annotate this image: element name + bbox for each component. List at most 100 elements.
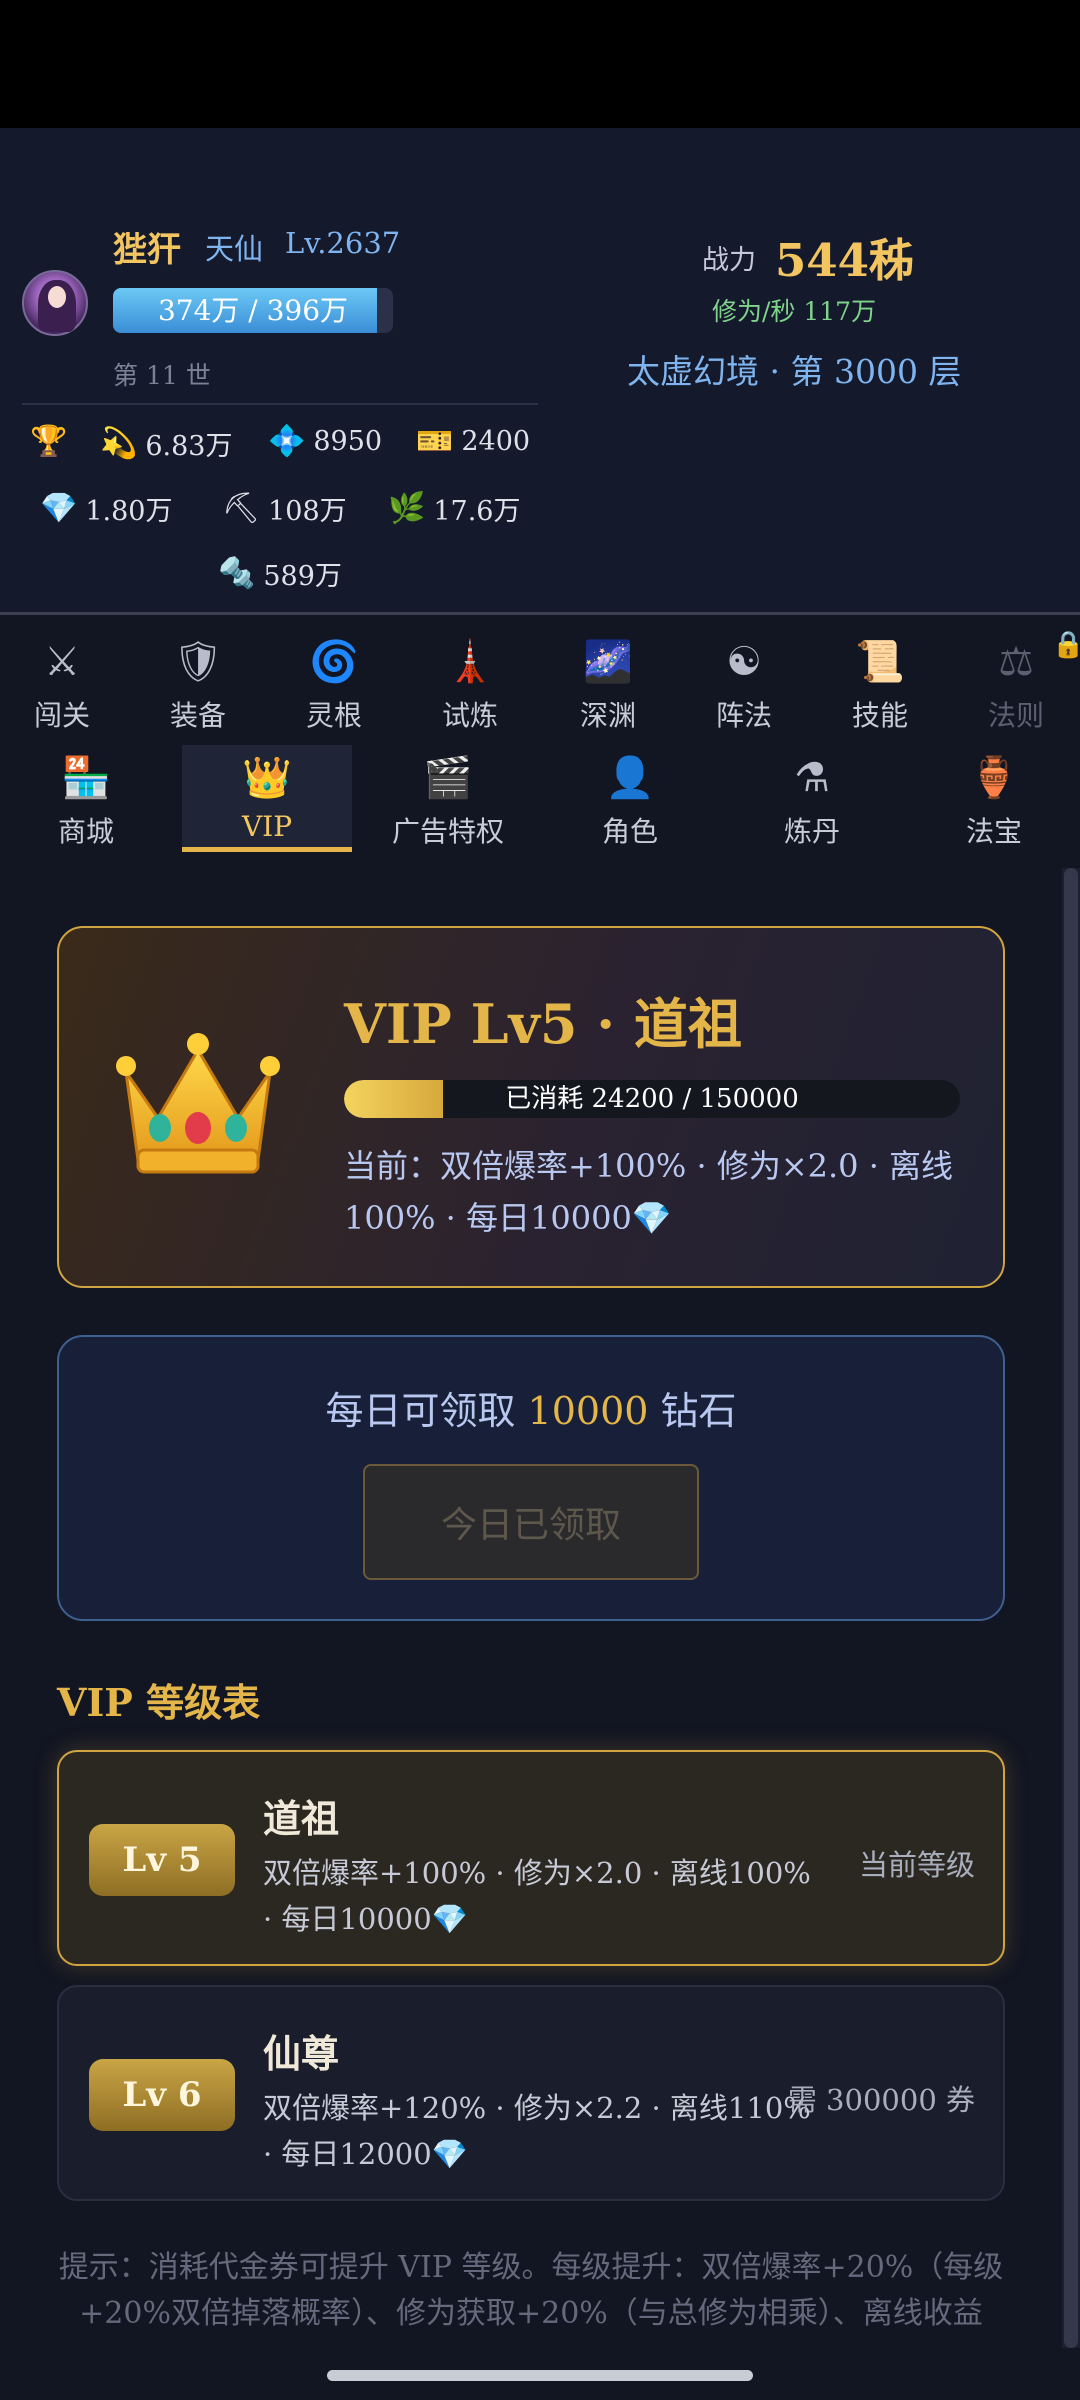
- tier-benefits: 双倍爆率+120% · 修为×2.2 · 离线110% · 每日12000💎: [263, 2091, 811, 2171]
- nav-item-abyss[interactable]: 🌌 深渊: [540, 636, 676, 734]
- ticket-icon: 🎫: [416, 424, 454, 459]
- gear-icon: 🔩: [218, 556, 256, 591]
- tier-benefits: 双倍爆率+100% · 修为×2.0 · 离线100% · 每日10000💎: [263, 1856, 811, 1936]
- tier-level-badge: Lv 5: [89, 1824, 235, 1896]
- cyclone-icon: 🌀: [309, 639, 359, 685]
- resource-value: 8950: [313, 426, 383, 457]
- player-name: 狴犴: [113, 230, 181, 270]
- resource-item: 🌿 17.6万: [388, 489, 520, 528]
- pickaxe-icon: ⛏: [222, 491, 261, 526]
- nav-item-spirit-root[interactable]: 🌀 灵根: [266, 636, 402, 734]
- tab-treasure[interactable]: 🏺 法宝: [926, 752, 1062, 850]
- claim-daily-button[interactable]: 今日已领取: [363, 1464, 699, 1580]
- shooting-star-icon: 💫: [100, 426, 138, 461]
- tower-icon: 🗼: [445, 639, 495, 685]
- scales-icon: ⚖: [998, 639, 1034, 685]
- xp-progress-bar: 374万 / 396万: [113, 288, 393, 333]
- crown-icon: 👑: [242, 755, 292, 801]
- tab-vip[interactable]: 👑 VIP: [199, 752, 335, 843]
- tier-name: 仙尊: [263, 2031, 340, 2076]
- tab-ad-privilege[interactable]: 🎬 广告特权: [380, 752, 516, 850]
- resource-value: 17.6万: [433, 496, 521, 527]
- diamond-icon: 💎: [40, 491, 78, 526]
- status-bar: [0, 0, 1080, 128]
- power-value: 544秭: [775, 234, 914, 287]
- daily-text-prefix: 每日可领取: [325, 1389, 528, 1433]
- divider: [22, 403, 538, 405]
- nav-label: 装备: [169, 699, 226, 732]
- trophy-icon: 🏆: [30, 424, 68, 459]
- scrollbar-thumb[interactable]: [1064, 868, 1078, 2348]
- tower-progress: 太虚幻境 · 第 3000 层: [627, 352, 962, 391]
- tab-label: 广告特权: [391, 815, 504, 848]
- resource-value: 1.80万: [85, 496, 173, 527]
- hint-text: 提示：消耗代金券可提升 VIP 等级。每级提升：双倍爆率+20%（每级+20%双…: [58, 2250, 1004, 2331]
- vip-tier-row-current: Lv 5 道祖 双倍爆率+100% · 修为×2.0 · 离线100% · 每日…: [57, 1750, 1005, 1966]
- daily-text-suffix: 钻石: [648, 1389, 737, 1433]
- power-label: 战力: [702, 245, 756, 276]
- tab-shop[interactable]: 🏪 商城: [18, 752, 154, 850]
- daily-amount: 10000: [527, 1389, 649, 1433]
- player-realm: 天仙: [205, 232, 264, 266]
- vip-current-benefits: 当前：双倍爆率+100% · 修为×2.0 · 离线100% · 每日10000…: [344, 1147, 954, 1237]
- divider: [0, 612, 1080, 615]
- nav-label: 深渊: [579, 699, 636, 732]
- tier-name: 道祖: [263, 1796, 340, 1841]
- shield-icon: 🛡: [172, 639, 224, 685]
- vip-table-title: VIP 等级表: [57, 1680, 261, 1725]
- vip-progress-bar: 已消耗 24200 / 150000: [344, 1080, 960, 1118]
- yin-yang-icon: ☯: [726, 639, 762, 685]
- resource-item: 💎 1.80万: [40, 489, 172, 528]
- tier-requirement: 需 300000 券: [787, 2083, 975, 2117]
- herb-icon: 🌿: [388, 491, 426, 526]
- active-tab-underline: [182, 847, 352, 852]
- nav-item-skills[interactable]: 📜 技能: [812, 636, 948, 734]
- avatar[interactable]: [22, 270, 88, 336]
- nav-label: 阵法: [715, 699, 772, 732]
- alembic-icon: ⚗: [794, 755, 830, 801]
- resource-item: 💫 6.83万: [100, 424, 232, 463]
- nav-label: 法则: [987, 699, 1044, 732]
- tab-label: 炼丹: [783, 815, 840, 848]
- resource-value: 108万: [268, 496, 347, 527]
- tab-label: 角色: [601, 815, 658, 848]
- nav-item-trial[interactable]: 🗼 试炼: [402, 636, 538, 734]
- nav-item-challenge[interactable]: ⚔ 闯关: [0, 636, 130, 734]
- resource-item: 🎫 2400: [416, 424, 530, 459]
- tab-label: 法宝: [965, 815, 1022, 848]
- resource-item: 🏆: [30, 424, 67, 459]
- resource-value: 589万: [263, 561, 342, 592]
- tier-status: 当前等级: [858, 1848, 975, 1882]
- lock-icon: 🔒: [1052, 630, 1080, 660]
- swords-icon: ⚔: [44, 639, 80, 685]
- xp-progress-text: 374万 / 396万: [157, 294, 349, 327]
- resource-item: 💠 8950: [268, 424, 382, 459]
- resource-item: ⛏ 108万: [222, 489, 347, 528]
- scroll-icon: 📜: [855, 639, 905, 685]
- nav-label: 灵根: [305, 699, 362, 732]
- vase-icon: 🏺: [969, 755, 1019, 801]
- shop-icon: 🏪: [61, 755, 111, 801]
- resource-value: 6.83万: [145, 431, 233, 462]
- cultivation-rate: 修为/秒 117万: [712, 297, 877, 326]
- nav-label: 闯关: [33, 699, 90, 732]
- resource-value: 2400: [461, 426, 531, 457]
- home-indicator[interactable]: [327, 2370, 753, 2381]
- blue-crystal-icon: 💠: [268, 424, 306, 459]
- nav-label: 试炼: [441, 699, 498, 732]
- nav-label: 技能: [851, 699, 908, 732]
- tab-label: 商城: [57, 815, 114, 848]
- tab-alchemy[interactable]: ⚗ 炼丹: [744, 752, 880, 850]
- vip-tier-row: Lv 6 仙尊 双倍爆率+120% · 修为×2.2 · 离线110% · 每日…: [57, 1985, 1005, 2201]
- generation-label: 第 11 世: [113, 361, 211, 390]
- tab-label: VIP: [241, 810, 293, 843]
- person-icon: 👤: [605, 755, 655, 801]
- nav-item-formation[interactable]: ☯ 阵法: [676, 636, 812, 734]
- nav-item-equipment[interactable]: 🛡 装备: [130, 636, 266, 734]
- player-level: Lv.2637: [285, 226, 401, 260]
- tier-level-badge: Lv 6: [89, 2059, 235, 2131]
- tab-character[interactable]: 👤 角色: [562, 752, 698, 850]
- vip-progress-text: 已消耗 24200 / 150000: [505, 1084, 799, 1114]
- clapper-icon: 🎬: [423, 755, 473, 801]
- galaxy-icon: 🌌: [583, 639, 633, 685]
